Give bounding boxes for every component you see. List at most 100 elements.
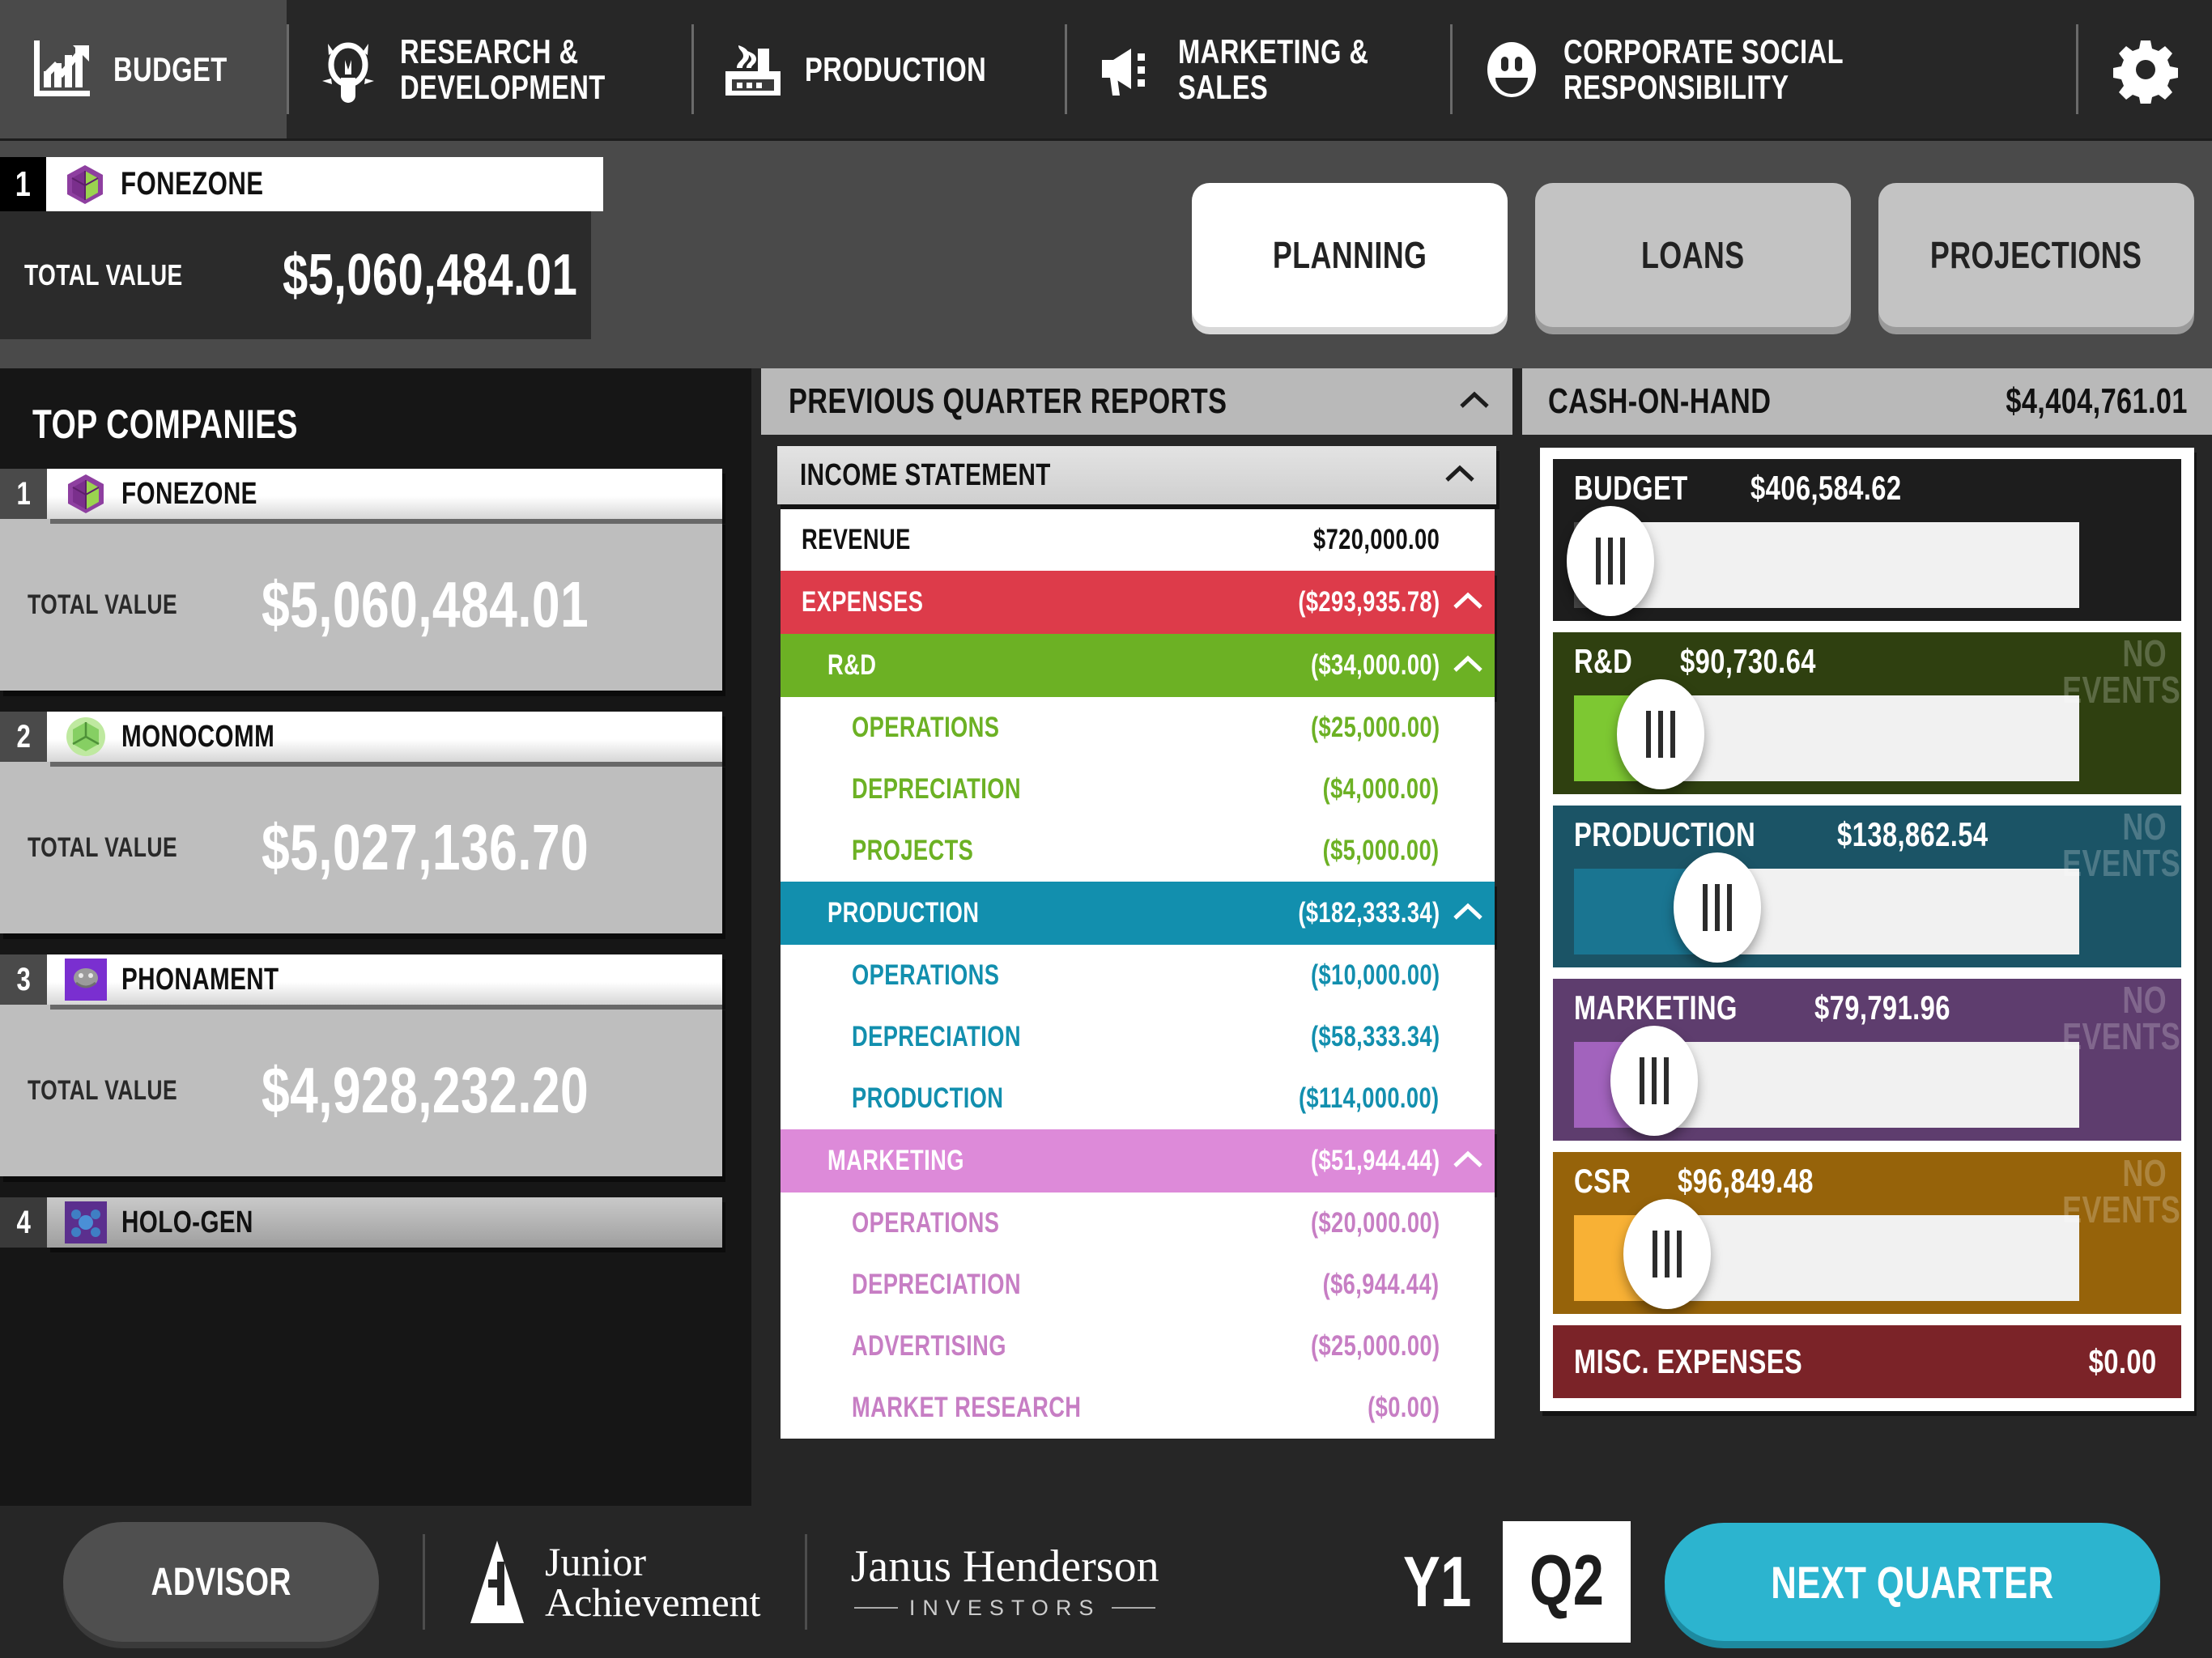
nav-tab-production[interactable]: PRODUCTION — [691, 0, 1065, 138]
income-statement-category-row[interactable]: R&D ($34,000.00) — [781, 634, 1495, 697]
company-name-bar[interactable]: 1 FONEZONE — [0, 469, 751, 519]
budget-slider-amount: $138,862.54 — [1837, 815, 1989, 853]
company-name-box: PHONAMENT — [47, 954, 722, 1005]
budget-slider-name: R&D — [1574, 642, 1633, 680]
year-label: Y1 — [1402, 1541, 1472, 1622]
line-label: OPERATIONS — [852, 712, 1000, 743]
loans-button[interactable]: LOANS — [1535, 183, 1851, 327]
income-statement-category-row[interactable]: MARKETING ($51,944.44) — [781, 1129, 1495, 1192]
next-quarter-button[interactable]: NEXT QUARTER — [1665, 1523, 2160, 1641]
bottom-bar: ADVISOR Junior Achievement Janus Henders… — [0, 1506, 2212, 1658]
nav-tab-corporate-social-responsibility[interactable]: CORPORATE SOCIAL RESPONSIBILITY — [1449, 0, 1950, 138]
chevron-up-icon[interactable] — [1451, 585, 1485, 619]
chevron-up-icon[interactable] — [1457, 385, 1491, 419]
top-companies-list: 1 FONEZONE TOTAL VALUE $5,060,484.01 2 M… — [0, 469, 751, 1248]
nav-tab-marketing-sales[interactable]: MARKETING & SALES — [1064, 0, 1450, 138]
company-rank-badge: 3 — [0, 954, 47, 1005]
company-entry[interactable]: 3 PHONAMENT TOTAL VALUE $4,928,232.20 — [0, 954, 751, 1176]
company-rank-badge: 4 — [0, 1197, 47, 1248]
budget-slider-knob[interactable] — [1623, 1199, 1711, 1309]
company-total-value-label: TOTAL VALUE — [28, 1074, 178, 1106]
lightbulb-icon — [314, 36, 382, 104]
period-indicator: Y1 Q2 — [1403, 1521, 1631, 1643]
nav-tab-research-development[interactable]: RESEARCH & DEVELOPMENT — [287, 0, 691, 138]
budget-slider-amount: $90,730.64 — [1679, 642, 1816, 680]
company-name-box: MONOCOMM — [47, 712, 722, 762]
line-value: ($51,944.44) — [1310, 1145, 1440, 1176]
gear-icon — [2112, 36, 2180, 104]
projections-button[interactable]: PROJECTIONS — [1878, 183, 2194, 327]
previous-quarter-reports-panel: PREVIOUS QUARTER REPORTS INCOME STATEMEN… — [761, 368, 1512, 1506]
line-label: ADVERTISING — [852, 1330, 1006, 1362]
company-entry[interactable]: 2 MONOCOMM TOTAL VALUE $5,027,136.70 — [0, 712, 751, 933]
budget-slider-name: CSR — [1574, 1162, 1631, 1200]
rule — [1112, 1607, 1156, 1609]
bar-chart-growth-icon — [28, 36, 96, 104]
budget-slider-knob[interactable] — [1673, 852, 1761, 963]
company-entry[interactable]: 4 HOLO-GEN — [0, 1197, 751, 1248]
budget-slider-knob[interactable] — [1610, 1026, 1699, 1136]
line-value: ($25,000.00) — [1310, 1330, 1440, 1362]
chevron-up-icon[interactable] — [1451, 896, 1485, 930]
company-name-bar[interactable]: 2 MONOCOMM — [0, 712, 751, 762]
previous-quarter-reports-title: PREVIOUS QUARTER REPORTS — [789, 381, 1227, 421]
income-statement-line-row: DEPRECIATION ($4,000.00) — [781, 759, 1495, 820]
line-value: ($293,935.78) — [1297, 586, 1440, 618]
line-value: ($10,000.00) — [1310, 959, 1440, 991]
budget-slider-track-area[interactable] — [1553, 864, 2181, 967]
budget-slider-name: MISC. EXPENSES — [1574, 1342, 1803, 1380]
line-value-wrap: ($6,944.44) — [1290, 1268, 1485, 1302]
budget-slider-name: BUDGET — [1574, 469, 1688, 507]
jh-logo-line2: INVESTORS — [908, 1595, 1101, 1620]
budget-slider-row[interactable]: NO EVENTS CSR $96,849.48 — [1553, 1152, 2181, 1314]
company-name-box: HOLO-GEN — [47, 1197, 722, 1248]
line-value-wrap: ($34,000.00) — [1274, 648, 1485, 682]
top-navigation-bar: BUDGET RESEARCH & DEVELOPMENT PRODUCTION… — [0, 0, 2212, 141]
line-value-wrap: ($25,000.00) — [1274, 1329, 1485, 1363]
budget-slider-row: MISC. EXPENSES $0.00 — [1553, 1325, 2181, 1398]
line-value: ($182,333.34) — [1297, 897, 1440, 929]
budget-slider-row[interactable]: BUDGET $406,584.62 — [1553, 459, 2181, 621]
income-statement-header[interactable]: INCOME STATEMENT — [777, 446, 1496, 504]
ja-triangle-icon — [469, 1537, 525, 1626]
budget-slider-name: MARKETING — [1574, 988, 1738, 1027]
budget-slider-track[interactable] — [1574, 869, 2079, 954]
line-label: PROJECTS — [852, 835, 974, 866]
line-value: ($4,000.00) — [1323, 773, 1440, 805]
income-statement-category-row[interactable]: EXPENSES ($293,935.78) — [781, 571, 1495, 634]
company-total-value: TOTAL VALUE $5,027,136.70 — [0, 762, 722, 933]
line-value-wrap: ($182,333.34) — [1258, 896, 1485, 930]
income-statement-line-row: MARKET RESEARCH ($0.00) — [781, 1377, 1495, 1439]
chevron-up-icon[interactable] — [1443, 458, 1477, 492]
budget-slider-row[interactable]: NO EVENTS PRODUCTION $138,862.54 — [1553, 806, 2181, 967]
income-statement-category-row[interactable]: PRODUCTION ($182,333.34) — [781, 882, 1495, 945]
chevron-up-icon[interactable] — [1451, 1144, 1485, 1178]
company-name-bar[interactable]: 4 HOLO-GEN — [0, 1197, 751, 1248]
advisor-button[interactable]: ADVISOR — [63, 1522, 379, 1642]
company-total-value: TOTAL VALUE $4,928,232.20 — [0, 1005, 722, 1176]
company-name: MONOCOMM — [121, 719, 275, 754]
budget-slider-row[interactable]: NO EVENTS R&D $90,730.64 — [1553, 632, 2181, 794]
planning-button[interactable]: PLANNING — [1192, 183, 1508, 327]
income-statement-line-row: DEPRECIATION ($58,333.34) — [781, 1006, 1495, 1068]
company-name-bar[interactable]: 3 PHONAMENT — [0, 954, 751, 1005]
top-companies-panel: TOP COMPANIES 1 FONEZONE TOTAL VALUE $5,… — [0, 368, 751, 1506]
previous-quarter-reports-header[interactable]: PREVIOUS QUARTER REPORTS — [761, 368, 1512, 435]
budget-slider-knob[interactable] — [1567, 506, 1655, 616]
income-statement-line-row: OPERATIONS ($20,000.00) — [781, 1192, 1495, 1254]
budget-slider-row[interactable]: NO EVENTS MARKETING $79,791.96 — [1553, 979, 2181, 1141]
company-entry[interactable]: 1 FONEZONE TOTAL VALUE $5,060,484.01 — [0, 469, 751, 691]
line-value: ($0.00) — [1367, 1392, 1440, 1423]
quarter-label: Q2 — [1502, 1521, 1631, 1643]
settings-button[interactable] — [2076, 0, 2212, 138]
chevron-up-icon[interactable] — [1451, 648, 1485, 682]
budget-slider-head: MISC. EXPENSES $0.00 — [1553, 1325, 2181, 1398]
nav-tab-budget[interactable]: BUDGET — [0, 0, 287, 138]
budget-slider-amount: $406,584.62 — [1750, 469, 1902, 507]
budget-slider-knob[interactable] — [1617, 679, 1705, 789]
junior-achievement-logo: Junior Achievement — [469, 1537, 761, 1626]
